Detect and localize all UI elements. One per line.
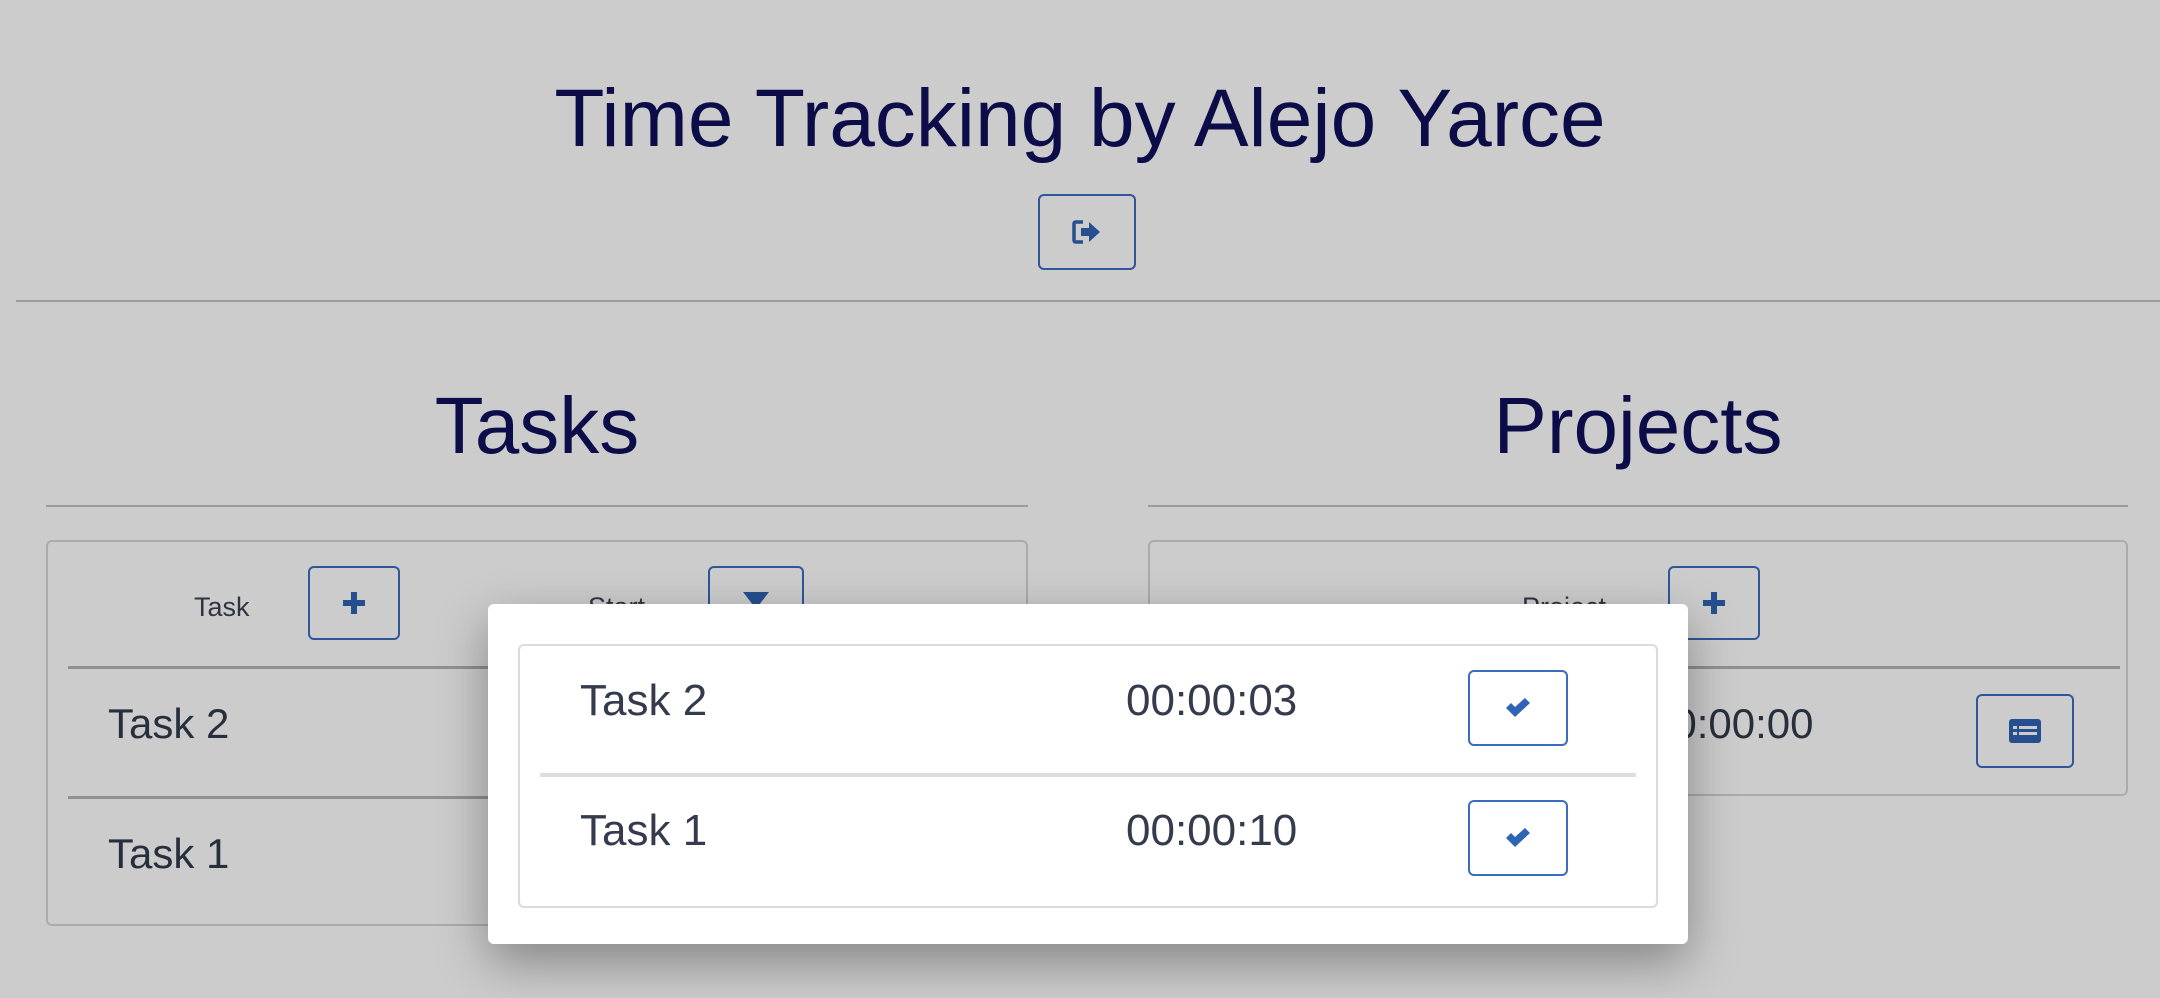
confirm-button[interactable] bbox=[1468, 670, 1568, 746]
modal-task-list: Task 2 00:00:03 Task 1 00:00:10 bbox=[518, 644, 1658, 908]
modal-task-row: Task 2 00:00:03 bbox=[520, 646, 1656, 776]
confirm-button[interactable] bbox=[1468, 800, 1568, 876]
modal-task-duration: 00:00:10 bbox=[1126, 806, 1298, 855]
check-icon bbox=[1506, 828, 1530, 847]
modal-task-name: Task 2 bbox=[580, 676, 708, 725]
modal-task-duration: 00:00:03 bbox=[1126, 676, 1298, 725]
time-summary-modal: Task 2 00:00:03 Task 1 00:00:10 bbox=[488, 604, 1688, 944]
modal-task-name: Task 1 bbox=[580, 806, 708, 855]
page: Time Tracking by Alejo Yarce Tasks Task … bbox=[0, 0, 2160, 998]
modal-task-row: Task 1 00:00:10 bbox=[520, 776, 1656, 906]
check-icon bbox=[1506, 698, 1530, 717]
